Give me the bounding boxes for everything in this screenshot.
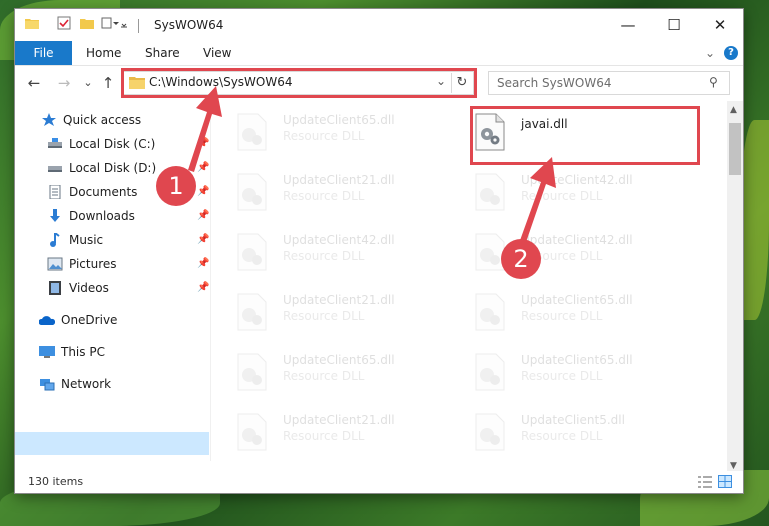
- step-2-badge: 2: [501, 239, 541, 279]
- arrow-2: [518, 157, 556, 248]
- step-1-badge: 1: [156, 166, 196, 206]
- annotation-arrows: [188, 86, 556, 248]
- arrow-1: [188, 86, 222, 172]
